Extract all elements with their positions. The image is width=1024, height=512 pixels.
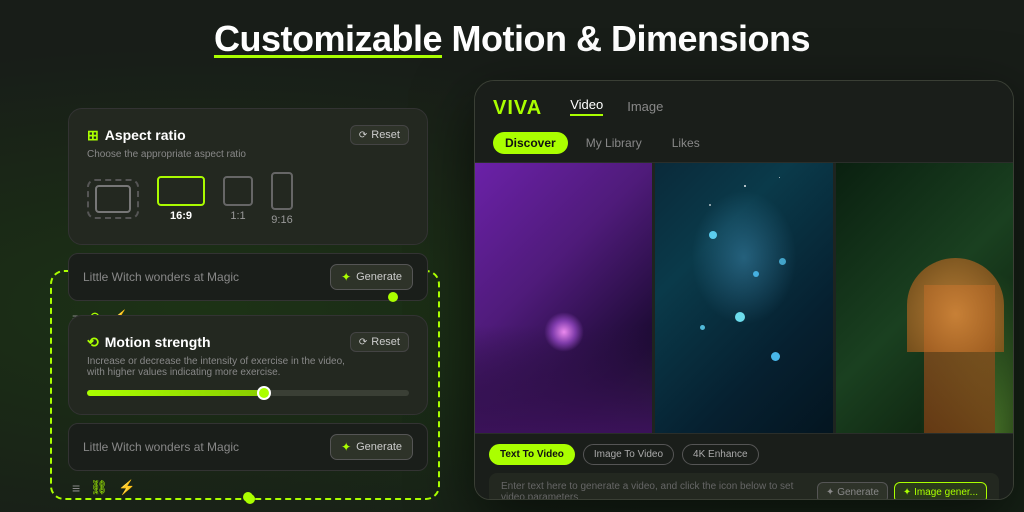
page-title: Customizable Motion & Dimensions <box>0 18 1024 60</box>
grid-image-1 <box>475 163 652 433</box>
aspect-option-9-16[interactable]: 9:16 <box>271 172 293 226</box>
ratio-16-9-label: 16:9 <box>170 210 192 222</box>
bottom-tab-text-to-video[interactable]: Text To Video <box>489 444 575 465</box>
connector-dot-top <box>388 292 398 302</box>
jellyfish-6 <box>771 352 780 361</box>
generate-star-icon-2: ✦ <box>341 440 351 454</box>
bottom-tab-image-to-video[interactable]: Image To Video <box>583 444 674 465</box>
star-3 <box>779 177 780 178</box>
motion-icon: ⟲ <box>87 334 99 351</box>
title-highlight: Customizable <box>214 18 442 59</box>
ratio-9-16-box <box>271 172 293 210</box>
app-action-buttons: ✦ Generate ✦ Image gener... <box>817 482 987 501</box>
reset-label: Reset <box>371 129 400 141</box>
grid-image-3 <box>836 163 1013 433</box>
subtab-library[interactable]: My Library <box>574 132 654 154</box>
generate-star-icon-1: ✦ <box>341 270 351 284</box>
reset-icon: ⟳ <box>359 130 367 141</box>
prompt-text-1: Little Witch wonders at Magic <box>83 270 239 284</box>
toolbar2-magic-icon[interactable]: ⚡ <box>118 479 135 496</box>
aspect-inner-box <box>95 185 131 213</box>
app-tab-image[interactable]: Image <box>615 93 675 124</box>
video-tab-label: Video <box>570 97 603 116</box>
app-bottom-tabs: Text To Video Image To Video 4K Enhance <box>489 444 999 465</box>
jellyfish-1 <box>709 231 717 239</box>
jellyfish-5 <box>700 325 705 330</box>
toolbar2-link-icon[interactable]: ⛓ <box>90 479 108 496</box>
aspect-reset-button[interactable]: ⟳ Reset <box>350 125 409 145</box>
motion-reset-icon: ⟳ <box>359 337 367 348</box>
star-2 <box>709 204 711 206</box>
subtab-likes[interactable]: Likes <box>660 132 712 154</box>
ratio-1-1-label: 1:1 <box>230 210 245 222</box>
card-header: ⊞ Aspect ratio ⟳ Reset <box>87 125 409 145</box>
ratio-1-1-box <box>223 176 253 206</box>
ratio-16-9-box <box>157 176 205 206</box>
app-generate-green-button[interactable]: ✦ Image gener... <box>894 482 987 501</box>
prompt-input-bar-2[interactable]: Little Witch wonders at Magic ✦ Generate <box>68 423 428 471</box>
motion-reset-button[interactable]: ⟳ Reset <box>350 332 409 352</box>
motion-card-title: ⟲ Motion strength <box>87 334 211 351</box>
generate-label-1: Generate <box>356 271 402 283</box>
prompt-text-2: Little Witch wonders at Magic <box>83 440 239 454</box>
motion-slider-thumb[interactable] <box>257 386 271 400</box>
water-reflection <box>475 325 652 433</box>
image-grid <box>475 163 1013 433</box>
motion-reset-label: Reset <box>371 336 400 348</box>
app-input-placeholder: Enter text here to generate a video, and… <box>501 481 817 500</box>
bottom-tab-4k-enhance[interactable]: 4K Enhance <box>682 444 759 465</box>
aspect-option-16-9[interactable]: 16:9 <box>157 176 205 222</box>
generate-button-2[interactable]: ✦ Generate <box>330 434 413 460</box>
card-title: ⊞ Aspect ratio <box>87 127 186 144</box>
motion-slider-fill <box>87 390 264 396</box>
star-1 <box>744 185 746 187</box>
jellyfish-2 <box>753 271 759 277</box>
app-tab-video[interactable]: Video <box>558 91 615 126</box>
ratio-9-16-label: 9:16 <box>271 214 292 226</box>
aspect-ratio-card: ⊞ Aspect ratio ⟳ Reset Choose the approp… <box>68 108 428 245</box>
grid-image-2 <box>655 163 832 433</box>
app-subtabs: Discover My Library Likes <box>475 126 1013 163</box>
aspect-options: 16:9 1:1 9:16 <box>87 172 409 226</box>
motion-strength-card: ⟲ Motion strength ⟳ Reset Increase or de… <box>68 315 428 415</box>
connector-dot-bottom-page <box>243 492 253 502</box>
motion-subtitle: Increase or decrease the intensity of ex… <box>87 356 409 378</box>
motion-card-header: ⟲ Motion strength ⟳ Reset <box>87 332 409 352</box>
app-topbar: VIVA Video Image <box>475 81 1013 126</box>
motion-title-text: Motion strength <box>105 334 211 350</box>
viva-app-panel: VIVA Video Image Discover My Library Lik… <box>474 80 1014 500</box>
aspect-option-1-1[interactable]: 1:1 <box>223 176 253 222</box>
subtab-discover[interactable]: Discover <box>493 132 568 154</box>
app-logo: VIVA <box>493 97 542 120</box>
app-generate-button[interactable]: ✦ Generate <box>817 482 888 501</box>
prompt-input-bar-1[interactable]: Little Witch wonders at Magic ✦ Generate <box>68 253 428 301</box>
mushroom-cap <box>907 258 1005 353</box>
image-tab-label: Image <box>627 99 663 114</box>
app-bottom: Text To Video Image To Video 4K Enhance … <box>475 433 1013 500</box>
app-input-area[interactable]: Enter text here to generate a video, and… <box>489 473 999 500</box>
aspect-selected-indicator <box>87 179 139 219</box>
aspect-title-text: Aspect ratio <box>105 127 186 143</box>
toolbar2-settings-icon[interactable]: ≡ <box>72 480 80 496</box>
motion-slider-track[interactable] <box>87 390 409 396</box>
jellyfish-4 <box>779 258 786 265</box>
jellyfish-3 <box>735 312 745 322</box>
aspect-subtitle: Choose the appropriate aspect ratio <box>87 149 409 160</box>
generate-label-2: Generate <box>356 441 402 453</box>
aspect-icon: ⊞ <box>87 127 99 144</box>
generate-button-1[interactable]: ✦ Generate <box>330 264 413 290</box>
